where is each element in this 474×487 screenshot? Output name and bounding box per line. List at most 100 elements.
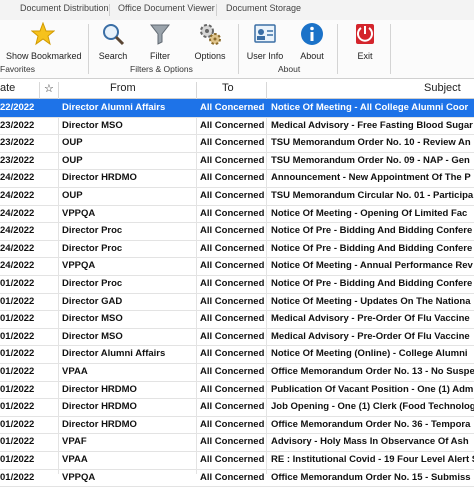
subject-cell: Office Memorandum Order No. 15 - Submiss [271, 471, 471, 483]
table-row[interactable]: 01/2022 VPAA All Concerned Office Memorandu… [0, 363, 474, 382]
date-cell: 23/2022 [0, 154, 35, 166]
options-label: Options [194, 51, 226, 61]
subject-column-header[interactable]: Subject [424, 82, 461, 94]
to-cell: All Concerned [200, 102, 265, 113]
table-row[interactable]: 01/2022 Director Alumni Affairs All Concer… [0, 345, 474, 364]
table-row[interactable]: 01/2022 VPPQA All Concerned Office Memorand… [0, 469, 474, 487]
table-row[interactable]: 23/2022 Director MSO All Concerned Medical … [0, 117, 474, 136]
date-cell: 01/2022 [0, 295, 35, 307]
user-info-icon [254, 24, 276, 43]
date-cell: 01/2022 [0, 348, 35, 360]
to-column-header[interactable]: To [222, 82, 234, 94]
to-cell: All Concerned [200, 225, 265, 237]
table-row[interactable]: 24/2022 Director Proc All Concerned Notice … [0, 222, 474, 241]
tab-document-distribution[interactable]: Document Distribution [20, 3, 109, 13]
date-cell: 01/2022 [0, 401, 35, 413]
from-cell: Director HRDMO [62, 172, 137, 184]
from-column-header[interactable]: From [110, 82, 136, 94]
subject-cell: Announcement - New Appointment Of The P [271, 172, 471, 184]
subject-cell: Advisory - Holy Mass In Observance Of As… [271, 436, 469, 448]
table-row[interactable]: 01/2022 Director MSO All Concerned Medical … [0, 310, 474, 329]
from-cell: VPAA [62, 366, 88, 377]
date-cell: 24/2022 [0, 225, 35, 237]
table-row[interactable]: 24/2022 Director Proc All Concerned Notice … [0, 240, 474, 259]
to-cell: All Concerned [200, 137, 265, 149]
subject-cell: Office Memorandum Order No. 36 - Tempora [271, 418, 471, 430]
to-cell: All Concerned [200, 154, 265, 166]
favorites-group-label: Favorites [0, 64, 35, 74]
date-column-header[interactable]: ate [0, 82, 15, 94]
tab-bar: Document Distribution Office Document Vi… [0, 0, 474, 21]
search-button[interactable]: Search [96, 22, 130, 61]
date-cell: 01/2022 [0, 383, 35, 395]
to-cell: All Concerned [200, 119, 265, 131]
table-row[interactable]: 01/2022 Director Proc All Concerned Notice … [0, 275, 474, 294]
table-row[interactable]: 23/2022 OUP All Concerned TSU Memorandum Or… [0, 152, 474, 171]
subject-cell: Notice Of Pre - Bidding And Bidding Conf… [271, 278, 473, 289]
from-cell: Director GAD [62, 295, 123, 307]
search-label: Search [98, 51, 128, 61]
exit-button[interactable]: Exit [350, 22, 380, 61]
from-cell: Director Proc [62, 242, 123, 254]
show-bookmarked-button[interactable]: Show Bookmarked [6, 21, 82, 61]
table-row[interactable]: 01/2022 Director HRDMO All Concerned Public… [0, 381, 474, 400]
table-row[interactable]: 24/2022 OUP All Concerned TSU Memorandum Ci… [0, 187, 474, 206]
tab-separator [216, 4, 217, 16]
options-button[interactable]: Options [190, 22, 230, 61]
table-row[interactable]: 01/2022 Director MSO All Concerned Medical … [0, 328, 474, 347]
subject-cell: Job Opening - One (1) Clerk (Food Techno… [271, 401, 474, 413]
to-cell: All Concerned [200, 190, 265, 201]
gears-icon [200, 24, 221, 45]
date-cell: 01/2022 [0, 313, 35, 325]
to-cell: All Concerned [200, 207, 265, 219]
tab-office-document-viewer[interactable]: Office Document Viewer [118, 3, 215, 13]
group-separator [88, 24, 89, 74]
from-cell: VPPQA [62, 471, 96, 483]
user-info-label: User Info [246, 51, 284, 61]
to-cell: All Concerned [200, 330, 265, 342]
bookmark-column-header[interactable]: ☆ [44, 82, 54, 95]
date-cell: 23/2022 [0, 119, 35, 131]
filter-icon [149, 24, 171, 45]
subject-cell: Notice Of Meeting (Online) - College Alu… [271, 348, 468, 360]
filter-label: Filter [150, 51, 170, 61]
subject-cell: RE : Institutional Covid - 19 Four Level… [271, 454, 474, 465]
from-cell: Director HRDMO [62, 418, 137, 430]
table-row[interactable]: 01/2022 Director HRDMO All Concerned Office… [0, 416, 474, 435]
from-cell: VPAF [62, 436, 87, 448]
show-bookmarked-label: Show Bookmarked [6, 51, 82, 61]
from-cell: VPPQA [62, 207, 96, 219]
table-row[interactable]: 22/2022 Director Alumni Affairs All Concer… [0, 99, 474, 118]
to-cell: All Concerned [200, 242, 265, 254]
from-cell: Director Proc [62, 278, 123, 289]
from-cell: VPAA [62, 454, 88, 465]
table-row[interactable]: 01/2022 Director GAD All Concerned Notice O… [0, 293, 474, 312]
table-row[interactable]: 01/2022 VPAA All Concerned RE : Institution… [0, 451, 474, 470]
to-cell: All Concerned [200, 418, 265, 430]
subject-cell: Notice Of Meeting - Annual Performance R… [271, 260, 473, 272]
from-cell: VPPQA [62, 260, 96, 272]
date-cell: 01/2022 [0, 454, 35, 465]
to-cell: All Concerned [200, 313, 265, 325]
filter-button[interactable]: Filter [143, 22, 177, 61]
table-row[interactable]: 24/2022 Director HRDMO All Concerned Announ… [0, 169, 474, 188]
column-separator[interactable] [39, 82, 40, 100]
to-cell: All Concerned [200, 295, 265, 307]
info-icon [301, 23, 323, 45]
exit-label: Exit [357, 51, 373, 61]
about-button[interactable]: About [295, 22, 329, 61]
table-row[interactable]: 24/2022 VPPQA All Concerned Notice Of Meeti… [0, 205, 474, 224]
to-cell: All Concerned [200, 401, 265, 413]
from-cell: OUP [62, 190, 83, 201]
from-cell: OUP [62, 137, 83, 149]
tab-document-storage[interactable]: Document Storage [226, 3, 301, 13]
user-info-button[interactable]: User Info [245, 22, 285, 61]
table-row[interactable]: 23/2022 OUP All Concerned TSU Memorandum Or… [0, 134, 474, 153]
group-separator [390, 24, 391, 74]
table-row[interactable]: 01/2022 Director HRDMO All Concerned Job Op… [0, 398, 474, 417]
table-row[interactable]: 24/2022 VPPQA All Concerned Notice Of Meeti… [0, 257, 474, 276]
date-cell: 24/2022 [0, 172, 35, 184]
to-cell: All Concerned [200, 260, 265, 272]
from-cell: Director MSO [62, 330, 123, 342]
table-row[interactable]: 01/2022 VPAF All Concerned Advisory - Holy … [0, 433, 474, 452]
